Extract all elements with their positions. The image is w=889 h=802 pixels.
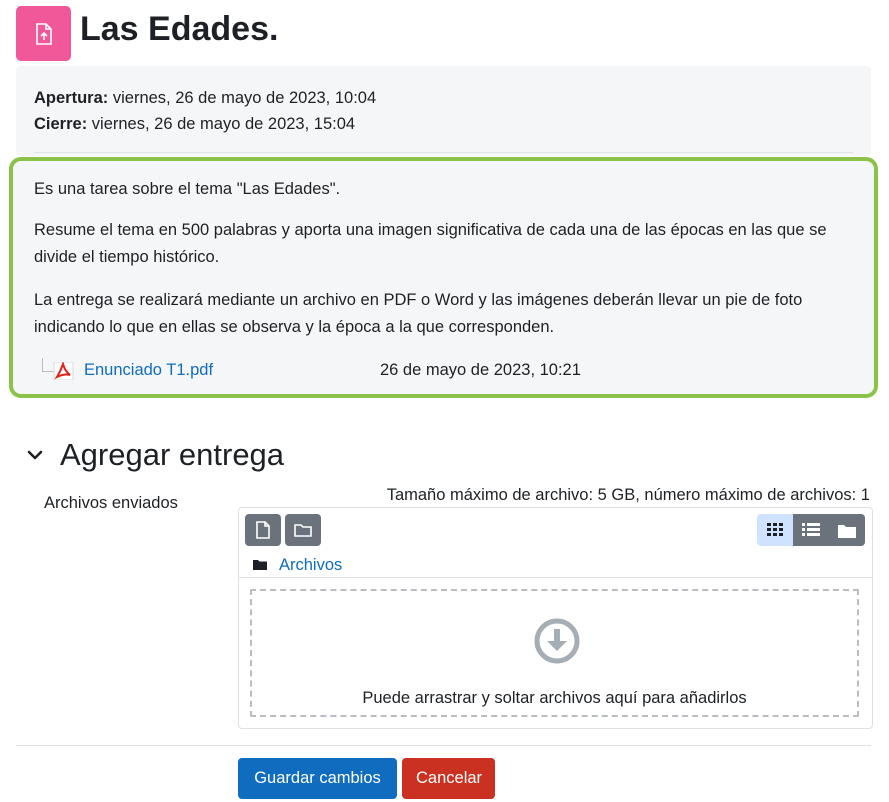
open-date: Apertura: viernes, 26 de mayo de 2023, 1…	[34, 87, 376, 109]
chevron-down-icon[interactable]	[26, 446, 44, 464]
file-icon	[256, 521, 270, 539]
tree-view-button[interactable]	[829, 514, 865, 546]
activity-dates: Apertura: viernes, 26 de mayo de 2023, 1…	[16, 66, 871, 156]
drop-zone-text: Puede arrastrar y soltar archivos aquí p…	[362, 689, 747, 707]
attachment-date: 26 de mayo de 2023, 10:21	[380, 361, 581, 379]
divider	[239, 577, 872, 578]
open-date-label: Apertura:	[34, 89, 109, 107]
view-mode-toggle	[757, 514, 865, 546]
description-paragraph-3: La entrega se realizará mediante un arch…	[34, 291, 803, 336]
section-title[interactable]: Agregar entrega	[60, 434, 284, 476]
grid-icon	[767, 523, 783, 536]
cancel-button[interactable]: Cancelar	[402, 758, 495, 799]
open-date-value: viernes, 26 de mayo de 2023, 10:04	[112, 89, 377, 107]
folder-icon	[838, 524, 856, 538]
file-manager: Archivos Puede arrastrar y soltar archiv…	[238, 507, 873, 729]
download-arrow-icon	[534, 618, 580, 664]
close-date-value: viernes, 26 de mayo de 2023, 15:04	[91, 115, 356, 133]
attachment-link[interactable]: Enunciado T1.pdf	[84, 359, 213, 381]
folder-icon	[294, 524, 312, 537]
drop-zone[interactable]: Puede arrastrar y soltar archivos aquí p…	[250, 589, 859, 717]
add-file-button[interactable]	[245, 514, 281, 546]
assignment-upload-icon	[16, 6, 71, 61]
description-paragraph-2: Resume el tema en 500 palabras y aporta …	[34, 221, 827, 266]
files-label: Archivos enviados	[44, 494, 178, 512]
pdf-file-icon	[53, 362, 74, 380]
page-title: Las Edades.	[80, 10, 279, 48]
close-date: Cierre: viernes, 26 de mayo de 2023, 15:…	[34, 113, 355, 135]
icon-view-button[interactable]	[757, 514, 793, 546]
create-folder-button[interactable]	[285, 514, 321, 546]
breadcrumb-files[interactable]: Archivos	[279, 554, 342, 576]
assignment-description: Es una tarea sobre el tema "Las Edades".…	[9, 157, 878, 398]
description-paragraph-1: Es una tarea sobre el tema "Las Edades".	[34, 180, 341, 198]
list-view-button[interactable]	[793, 514, 829, 546]
save-button[interactable]: Guardar cambios	[238, 758, 397, 799]
folder-icon	[253, 560, 267, 570]
divider	[34, 152, 853, 153]
list-icon	[802, 523, 820, 536]
max-size-info: Tamaño máximo de archivo: 5 GB, número m…	[386, 486, 870, 504]
divider	[16, 745, 871, 746]
close-date-label: Cierre:	[34, 115, 88, 133]
